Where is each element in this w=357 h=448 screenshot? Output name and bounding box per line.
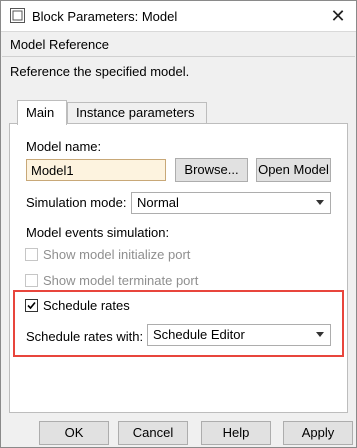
dialog-window: Block Parameters: Model ✕ Model Referenc… <box>0 0 357 448</box>
show-init-port-label: Show model initialize port <box>43 247 191 262</box>
section-title: Model Reference <box>10 37 109 52</box>
apply-button[interactable]: Apply <box>283 421 353 445</box>
simulation-mode-label: Simulation mode: <box>26 195 127 210</box>
show-init-port-checkbox[interactable] <box>25 248 38 261</box>
ok-button[interactable]: OK <box>39 421 109 445</box>
chevron-down-icon <box>316 200 324 205</box>
window-title: Block Parameters: Model <box>32 9 178 24</box>
simulink-block-icon <box>10 8 25 23</box>
close-icon[interactable]: ✕ <box>328 6 348 26</box>
tab-label: Main <box>26 105 55 120</box>
show-term-port-label: Show model terminate port <box>43 273 199 288</box>
help-button[interactable]: Help <box>201 421 271 445</box>
title-bar: Block Parameters: Model ✕ <box>1 1 356 32</box>
show-term-port-checkbox[interactable] <box>25 274 38 287</box>
schedule-rates-label: Schedule rates <box>43 298 130 313</box>
schedule-rates-with-label: Schedule rates with: <box>26 329 144 344</box>
tab-instance-parameters[interactable]: Instance parameters <box>67 102 207 123</box>
chevron-down-icon <box>316 332 324 337</box>
section-description: Reference the specified model. <box>10 64 190 79</box>
checkmark-icon <box>27 301 36 310</box>
schedule-rates-with-value: Schedule Editor <box>153 327 245 342</box>
simulation-mode-select[interactable]: Normal <box>131 192 331 214</box>
model-events-label: Model events simulation: <box>26 225 170 240</box>
schedule-rates-checkbox[interactable] <box>25 299 38 312</box>
schedule-rates-with-select[interactable]: Schedule Editor <box>147 324 331 346</box>
simulation-mode-value: Normal <box>137 195 179 210</box>
tab-main[interactable]: Main <box>17 100 67 125</box>
browse-button[interactable]: Browse... <box>175 158 248 182</box>
open-model-button[interactable]: Open Model <box>256 158 331 182</box>
tab-label: Instance parameters <box>76 105 195 120</box>
model-name-label: Model name: <box>26 139 102 154</box>
cancel-button[interactable]: Cancel <box>118 421 188 445</box>
divider <box>2 56 355 57</box>
model-name-input[interactable]: Model1 <box>26 159 166 181</box>
